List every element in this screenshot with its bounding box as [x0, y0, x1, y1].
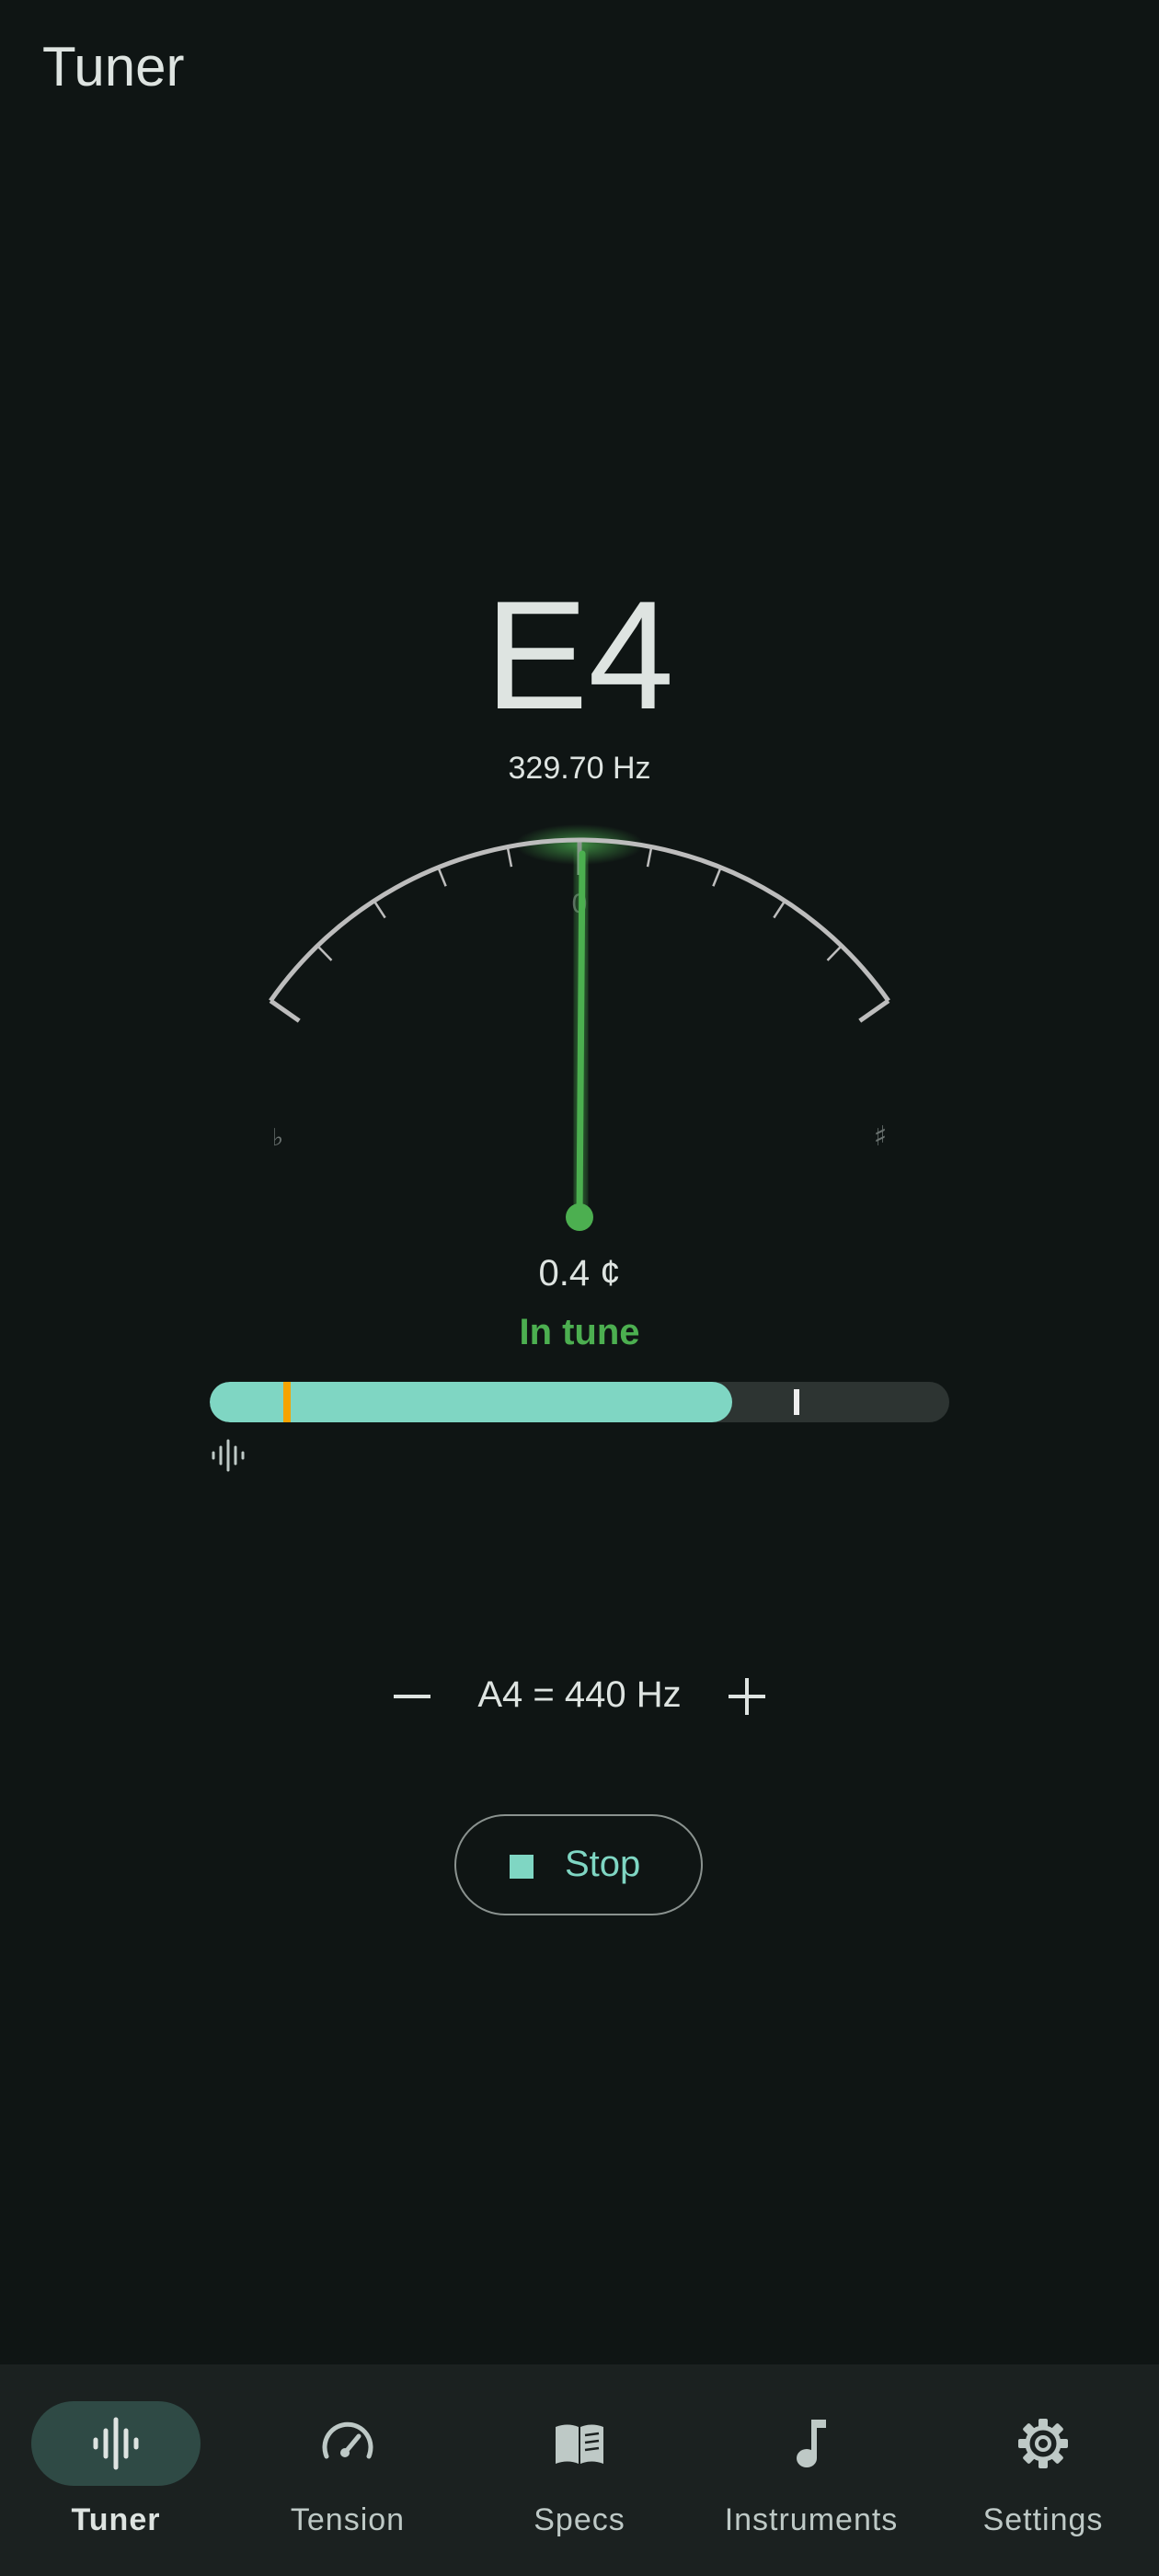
- nav-item-tuner[interactable]: Tuner: [0, 2364, 232, 2576]
- reference-pitch-label: A4 = 440 Hz: [477, 1674, 682, 1715]
- stop-button[interactable]: Stop: [454, 1814, 703, 1915]
- gauge-tick: [506, 846, 513, 868]
- nav-item-settings[interactable]: Settings: [927, 2364, 1159, 2576]
- bottom-navigation: Tuner Tension Specs Instruments Settings: [0, 2364, 1159, 2576]
- app-title: Tuner: [42, 36, 185, 98]
- nav-label-specs: Specs: [534, 2502, 625, 2537]
- gauge-tick: [712, 867, 722, 887]
- gauge-tick: [826, 945, 843, 961]
- nav-label-tuner: Tuner: [71, 2502, 161, 2537]
- nav-item-specs[interactable]: Specs: [464, 2364, 695, 2576]
- nav-label-settings: Settings: [982, 2502, 1104, 2537]
- plus-icon[interactable]: [721, 1667, 773, 1726]
- minus-icon[interactable]: [386, 1667, 438, 1726]
- tuning-gauge: 0 ♭ ♯: [269, 824, 890, 1231]
- input-threshold-marker: [283, 1382, 292, 1422]
- detected-note: E4: [485, 569, 674, 742]
- gauge-tick: [773, 900, 786, 919]
- input-peak-marker: [794, 1389, 800, 1415]
- input-level-meter: [210, 1382, 949, 1422]
- flat-symbol: ♭: [272, 1124, 283, 1152]
- gauge-tick: [858, 998, 890, 1023]
- cents-readout: 0.4 ¢: [538, 1253, 621, 1294]
- waveform-icon: [212, 1439, 245, 1472]
- stop-button-label: Stop: [565, 1844, 641, 1884]
- book-icon: [556, 2424, 603, 2464]
- nav-label-tension: Tension: [290, 2502, 406, 2537]
- gauge-tick: [646, 846, 653, 868]
- tuning-needle: [576, 850, 586, 1221]
- gauge-tick: [316, 945, 333, 961]
- gear-icon: [1018, 2419, 1068, 2468]
- nav-item-instruments[interactable]: Instruments: [695, 2364, 927, 2576]
- gauge-icon: [322, 2421, 373, 2459]
- stop-icon: [510, 1855, 534, 1879]
- music-note-icon: [797, 2420, 826, 2467]
- nav-label-instruments: Instruments: [724, 2502, 899, 2537]
- detected-frequency: 329.70 Hz: [508, 751, 651, 786]
- gauge-tick: [437, 867, 447, 887]
- tuning-status: In tune: [519, 1312, 640, 1352]
- nav-item-tension[interactable]: Tension: [232, 2364, 464, 2576]
- gauge-tick: [269, 998, 301, 1023]
- reference-pitch-row: A4 = 440 Hz: [0, 1667, 1159, 1726]
- needle-pivot: [566, 1203, 593, 1231]
- gauge-tick: [373, 900, 386, 919]
- waveform-icon: [93, 2417, 139, 2470]
- sharp-symbol: ♯: [874, 1121, 888, 1153]
